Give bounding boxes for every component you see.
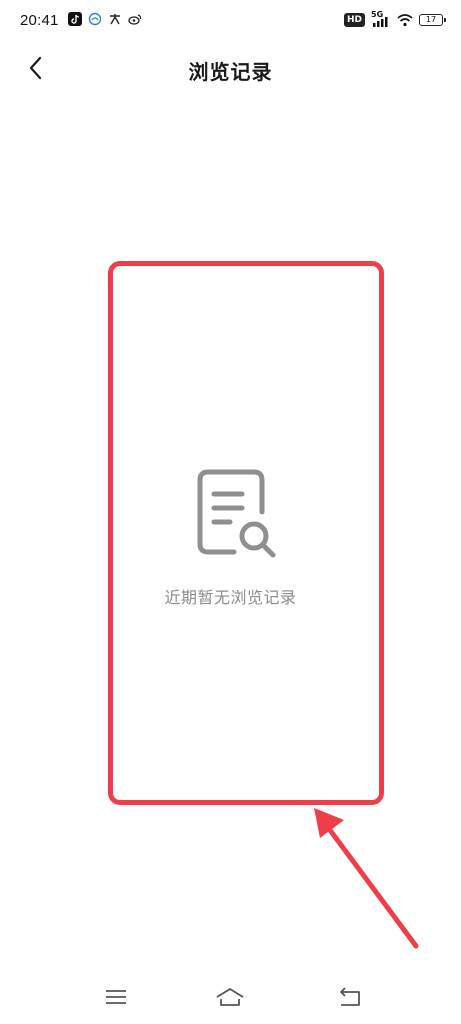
wifi-icon xyxy=(397,14,413,27)
annotation-arrow xyxy=(314,808,419,949)
status-notification-icons xyxy=(68,12,142,26)
weibo-icon xyxy=(128,14,142,25)
nav-home-button[interactable] xyxy=(210,981,250,1013)
back-icon xyxy=(340,987,360,1006)
status-system-icons: HD 5G 17 xyxy=(343,10,446,28)
status-time: 20:41 xyxy=(20,12,59,29)
text-app-icon xyxy=(110,14,120,25)
hd-badge: HD xyxy=(343,13,365,27)
system-nav-bar xyxy=(0,975,461,1021)
page-title: 浏览记录 xyxy=(188,60,273,84)
nav-back-button[interactable] xyxy=(330,981,370,1013)
status-bar: 20:41 HD 5G 17 xyxy=(0,0,461,40)
menu-icon xyxy=(106,990,126,1004)
tiktok-icon xyxy=(68,12,82,26)
cloud-app-icon xyxy=(88,12,102,26)
screen: 20:41 HD 5G 17 浏览记录 近期暂无浏览记录 xyxy=(0,0,461,1024)
home-icon xyxy=(216,988,244,1006)
battery-icon: 17 xyxy=(419,14,446,26)
highlight-box xyxy=(108,261,384,805)
signal-icon: 5G xyxy=(371,10,391,28)
nav-menu-button[interactable] xyxy=(96,981,136,1013)
